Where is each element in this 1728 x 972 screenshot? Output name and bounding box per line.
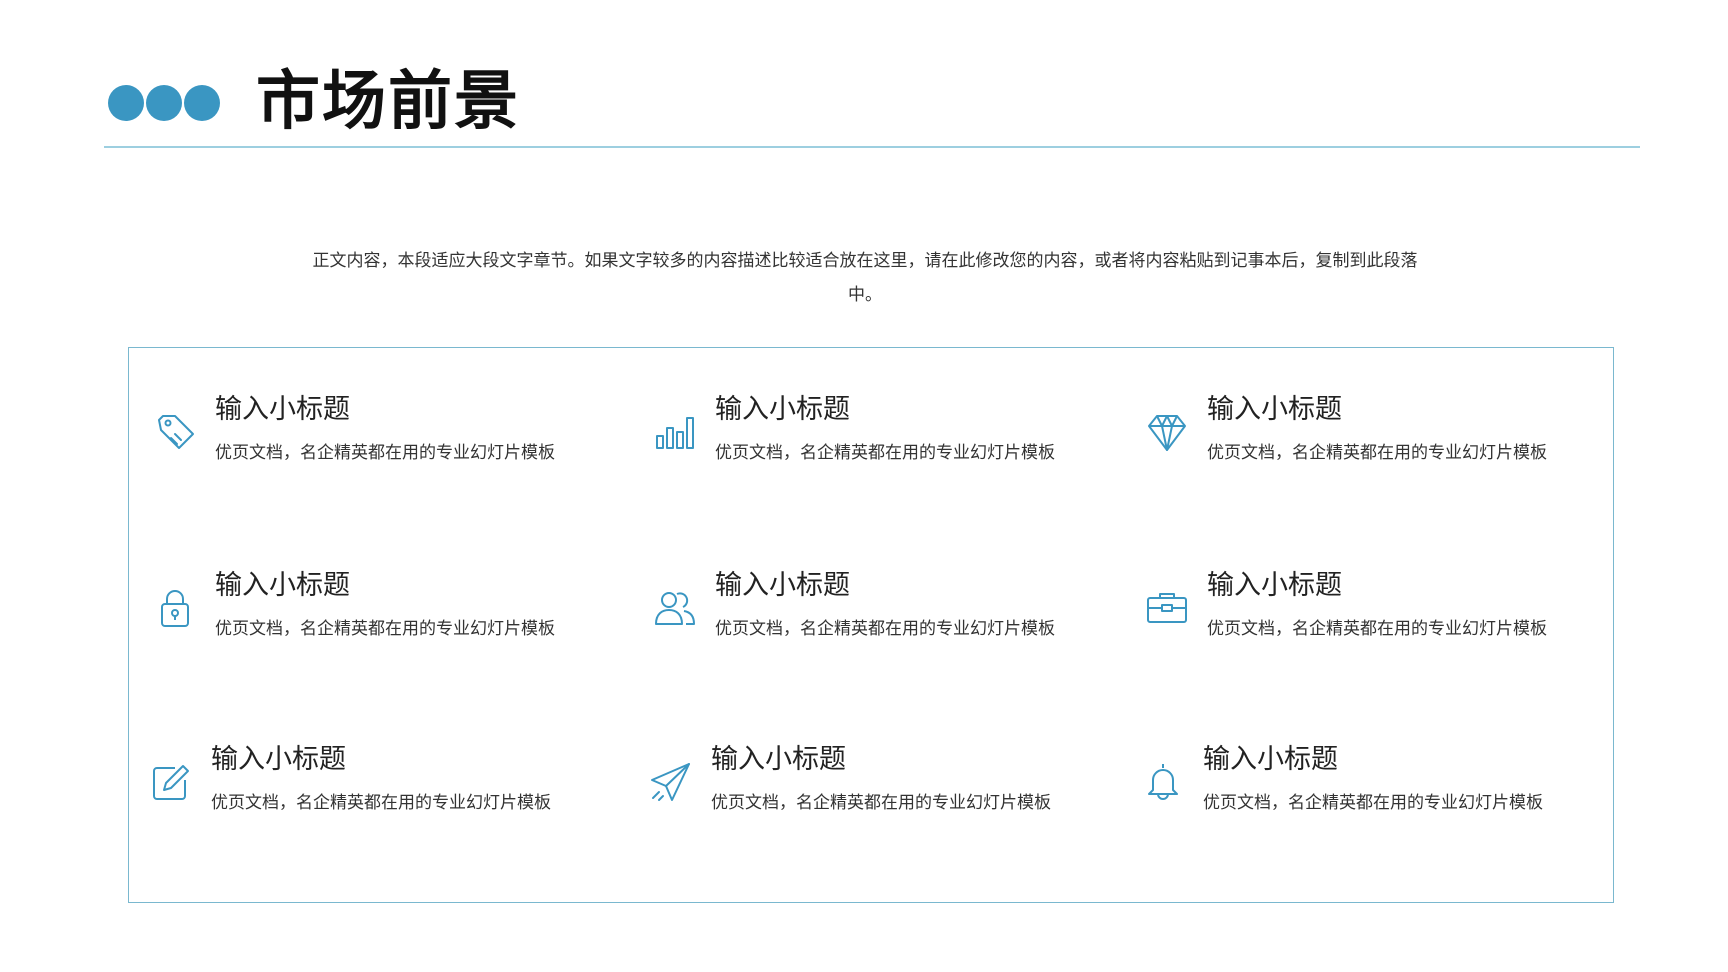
feature-item: 输入小标题 优页文档，名企精英都在用的专业幻灯片模板 (153, 566, 593, 706)
item-title: 输入小标题 (1207, 570, 1342, 601)
item-description: 优页文档，名企精英都在用的专业幻灯片模板 (215, 443, 555, 463)
tag-icon (153, 410, 197, 454)
page-title: 市场前景 (256, 65, 520, 139)
item-description: 优页文档，名企精英都在用的专业幻灯片模板 (715, 443, 1055, 463)
item-description: 优页文档，名企精英都在用的专业幻灯片模板 (1207, 619, 1547, 639)
dot-icon (184, 85, 220, 121)
item-title: 输入小标题 (715, 394, 850, 425)
feature-item: 输入小标题 优页文档，名企精英都在用的专业幻灯片模板 (653, 390, 1093, 530)
feature-item: 输入小标题 优页文档，名企精英都在用的专业幻灯片模板 (153, 390, 593, 530)
item-description: 优页文档，名企精英都在用的专业幻灯片模板 (211, 793, 551, 813)
feature-item: 输入小标题 优页文档，名企精英都在用的专业幻灯片模板 (149, 740, 589, 880)
item-title: 输入小标题 (711, 744, 846, 775)
item-title: 输入小标题 (1203, 744, 1338, 775)
bar-chart-icon (653, 410, 697, 454)
feature-item: 输入小标题 优页文档，名企精英都在用的专业幻灯片模板 (1145, 566, 1585, 706)
feature-item: 输入小标题 优页文档，名企精英都在用的专业幻灯片模板 (649, 740, 1089, 880)
title-divider (104, 146, 1640, 148)
feature-item: 输入小标题 优页文档，名企精英都在用的专业幻灯片模板 (653, 566, 1093, 706)
users-icon (653, 586, 697, 630)
feature-item: 输入小标题 优页文档，名企精英都在用的专业幻灯片模板 (1145, 390, 1585, 530)
item-title: 输入小标题 (1207, 394, 1342, 425)
diamond-icon (1145, 410, 1189, 454)
bell-icon (1141, 760, 1185, 804)
intro-paragraph: 正文内容，本段适应大段文字章节。如果文字较多的内容描述比较适合放在这里，请在此修… (312, 251, 1418, 305)
dot-icon (146, 85, 182, 121)
feature-panel: 输入小标题 优页文档，名企精英都在用的专业幻灯片模板 输入小标题 优页文档，名企… (128, 347, 1614, 903)
item-title: 输入小标题 (215, 570, 350, 601)
item-title: 输入小标题 (215, 394, 350, 425)
briefcase-icon (1145, 586, 1189, 630)
dot-icon (108, 85, 144, 121)
paper-plane-icon (649, 760, 693, 804)
edit-icon (149, 760, 193, 804)
item-description: 优页文档，名企精英都在用的专业幻灯片模板 (215, 619, 555, 639)
feature-item: 输入小标题 优页文档，名企精英都在用的专业幻灯片模板 (1141, 740, 1581, 880)
item-description: 优页文档，名企精英都在用的专业幻灯片模板 (1207, 443, 1547, 463)
item-description: 优页文档，名企精英都在用的专业幻灯片模板 (1203, 793, 1543, 813)
item-description: 优页文档，名企精英都在用的专业幻灯片模板 (711, 793, 1051, 813)
item-title: 输入小标题 (211, 744, 346, 775)
item-description: 优页文档，名企精英都在用的专业幻灯片模板 (715, 619, 1055, 639)
lock-icon (153, 586, 197, 630)
item-title: 输入小标题 (715, 570, 850, 601)
